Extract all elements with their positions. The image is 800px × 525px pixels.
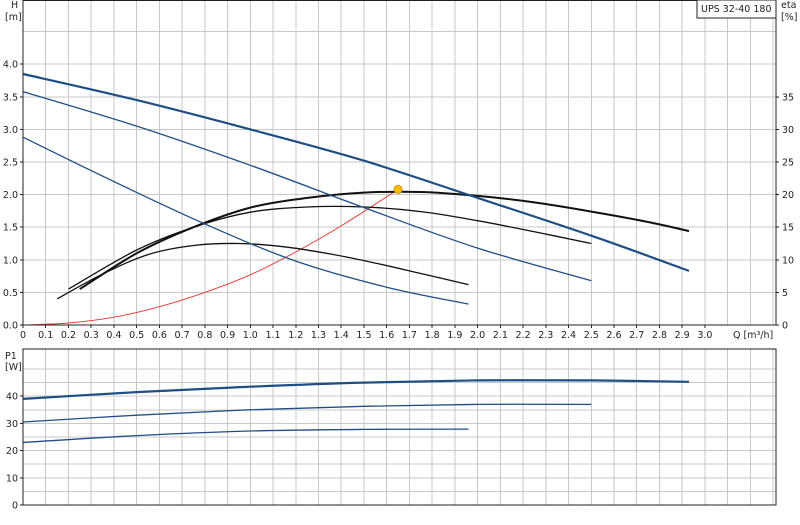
- eta-axis-label: eta: [781, 0, 796, 11]
- power-y-tick-label: 40: [6, 392, 18, 403]
- head-y-tick-label: 0.5: [3, 288, 18, 299]
- x-tick-label: 0.3: [84, 330, 99, 341]
- x-tick-label: 2.0: [470, 330, 485, 341]
- x-tick-label: 0.1: [38, 330, 53, 341]
- eta-y-tick-label: 10: [782, 255, 794, 266]
- power-curve-I: [22, 428, 469, 444]
- power-chart-grid: 0 10 20 30 40: [6, 349, 776, 512]
- eta-y-tick-label: 0: [782, 321, 788, 332]
- head-y-tick-label: 4.0: [3, 60, 18, 71]
- model-label: UPS 32-40 180: [701, 4, 772, 15]
- duty-point: [393, 184, 403, 194]
- head-chart-curves: [22, 72, 690, 326]
- x-tick-label: 0.5: [129, 330, 144, 341]
- power-chart-frame: [22, 348, 777, 506]
- x-tick-label: 2.5: [584, 330, 599, 341]
- x-tick-label: 2.3: [538, 330, 553, 341]
- eta-y-tick-label: 35: [782, 92, 794, 103]
- power-curve-II: [22, 403, 592, 423]
- x-tick-label: 2.2: [516, 330, 531, 341]
- x-tick-label: 1.2: [288, 330, 303, 341]
- head-y-tick-label: 1.0: [3, 255, 18, 266]
- eta-y-tick-label: 15: [782, 223, 794, 234]
- head-axis-label-unit: [m]: [5, 12, 22, 23]
- head-y-tick-label: 2.5: [3, 158, 18, 169]
- pump-performance-chart: 0 0.1 0.2 0.3 0.4 0.5 0.6 0.7 0.8 0.9 1.0 1.1 1.2 1.3…: [0, 0, 800, 520]
- power-y-tick-label: 20: [6, 446, 18, 457]
- x-tick-label: 0.7: [175, 330, 190, 341]
- x-tick-label: 1.5: [356, 330, 371, 341]
- power-chart-curves: [22, 379, 690, 444]
- power-axis-label-p1: P1: [5, 351, 17, 362]
- head-curve-III: [22, 72, 690, 272]
- eta-axis-label-unit: [%]: [781, 12, 797, 23]
- x-tick-label: 1.0: [243, 330, 258, 341]
- head-axis-label-h: H: [11, 0, 18, 11]
- eta-y-tick-label: 20: [782, 190, 794, 201]
- x-tick-label: 0.4: [106, 330, 121, 341]
- head-y-tick-label: 0.0: [3, 321, 18, 332]
- x-tick-label: 2.7: [629, 330, 644, 341]
- system-curve: [22, 189, 399, 326]
- x-tick-label: 2.9: [675, 330, 690, 341]
- head-y-tick-label: 3.5: [3, 92, 18, 103]
- x-tick-label: 1.6: [379, 330, 394, 341]
- pump-curve-svg: 0 0.1 0.2 0.3 0.4 0.5 0.6 0.7 0.8 0.9 1.0 1.1 1.2 1.3…: [3, 0, 797, 512]
- x-tick-label: 2.4: [561, 330, 576, 341]
- head-curve-II: [22, 90, 592, 282]
- head-y-tick-label: 3.0: [3, 125, 18, 136]
- x-tick-label: 1.1: [265, 330, 280, 341]
- x-tick-label: 0.2: [61, 330, 76, 341]
- eta-y-tick-label: 5: [782, 288, 788, 299]
- x-tick-label: 3.0: [697, 330, 712, 341]
- x-axis-label: Q [m³/h]: [733, 330, 773, 341]
- eta-y-tick-label: 30: [782, 125, 794, 136]
- x-tick-label: 2.1: [493, 330, 508, 341]
- eta-y-tick-label: 25: [782, 158, 794, 169]
- x-tick-label: 1.7: [402, 330, 417, 341]
- x-tick-label: 2.8: [652, 330, 667, 341]
- x-tick-label: 1.9: [447, 330, 462, 341]
- power-axis-label-unit: [W]: [5, 362, 22, 373]
- x-tick-label: 1.8: [425, 330, 440, 341]
- power-y-tick-label: 30: [6, 419, 18, 430]
- x-tick-label: 0.9: [220, 330, 235, 341]
- power-y-tick-label: 10: [6, 473, 18, 484]
- power-y-tick-label: 0: [12, 501, 18, 512]
- x-tick-label: 1.3: [311, 330, 326, 341]
- head-chart-frame: [22, 0, 777, 326]
- head-y-tick-label: 2.0: [3, 190, 18, 201]
- x-tick-label: 1.4: [334, 330, 349, 341]
- x-tick-label: 0.6: [152, 330, 167, 341]
- x-tick-label: 0.8: [197, 330, 212, 341]
- head-y-tick-label: 1.5: [3, 223, 18, 234]
- model-label-box: UPS 32-40 180: [696, 0, 777, 19]
- x-tick-label: 2.6: [606, 330, 621, 341]
- x-tick-label: 0: [20, 330, 26, 341]
- efficiency-curve-III: [79, 190, 690, 290]
- efficiency-curve-I: [56, 242, 469, 300]
